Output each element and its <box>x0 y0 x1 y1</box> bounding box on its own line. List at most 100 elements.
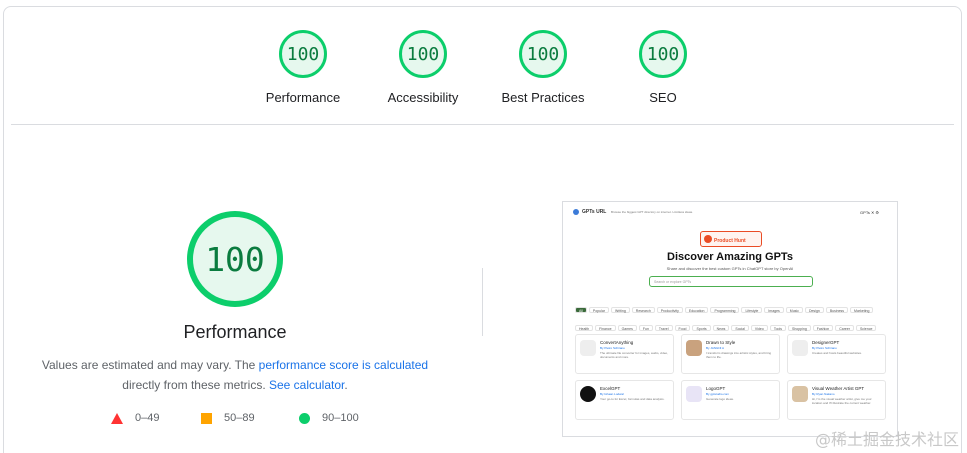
thumb-brand: GPTs URL <box>582 209 607 215</box>
gauge-label: Best Practices <box>501 90 585 105</box>
desc-prefix: Values are estimated and may vary. The <box>41 358 259 372</box>
thumb-nav: GPTs URL Browse the biggest GPT director… <box>573 208 889 218</box>
category-gauges: 100 Performance 100 Accessibility 100 Be… <box>0 24 967 124</box>
gauge-best-practices[interactable]: 100 Best Practices <box>483 24 603 105</box>
thumb-tag: Travel <box>654 325 673 331</box>
performance-description: Values are estimated and may vary. The p… <box>30 355 440 395</box>
thumb-tag: Popular <box>588 307 609 313</box>
thumb-tag: Video <box>750 325 768 331</box>
card-author: By Ishaan Lodwal <box>600 392 624 396</box>
card-desc: Creates and hosts beautiful websites. <box>812 351 862 355</box>
square-icon <box>201 412 212 424</box>
thumb-tag: Productivity <box>656 307 683 313</box>
thumb-tag: Sports <box>692 325 711 331</box>
score-value: 100 <box>286 43 320 65</box>
section-divider <box>11 124 954 125</box>
thumb-tag: All <box>575 307 587 313</box>
thumb-tag: Design <box>804 307 824 313</box>
product-hunt-label: Product Hunt <box>714 238 746 244</box>
thumb-tag: Research <box>631 307 655 313</box>
card-desc: Hi, I'm the visual weather artist, give … <box>812 397 872 405</box>
desc-suffix: . <box>344 378 348 392</box>
score-legend: 0–49 50–89 90–100 <box>0 412 480 430</box>
gauge-label: Accessibility <box>387 90 459 105</box>
product-hunt-badge: Product Hunt <box>700 231 762 247</box>
score-ring: 100 <box>639 30 687 78</box>
card-avatar <box>792 386 808 402</box>
thumb-tag: Programming <box>710 307 740 313</box>
legend-range: 0–49 <box>135 412 160 424</box>
thumb-card: DesignerGPT By Pietro Schirano Creates a… <box>787 334 886 374</box>
performance-score-ring: 100 <box>187 211 283 307</box>
score-value: 100 <box>406 43 440 65</box>
gauge-accessibility[interactable]: 100 Accessibility <box>363 24 483 105</box>
score-ring: 100 <box>399 30 447 78</box>
score-value: 100 <box>526 43 560 65</box>
watermark: @稀土掘金技术社区 <box>814 430 959 449</box>
card-title: ConvertAnything <box>600 340 634 345</box>
see-calculator-link[interactable]: See calculator <box>269 378 344 392</box>
thumb-heading: Discover Amazing GPTs <box>667 251 793 263</box>
score-calculated-link[interactable]: performance score is calculated <box>259 358 428 372</box>
thumb-card: Drawn to Style By JANGNI A I transform d… <box>681 334 780 374</box>
legend-fail: 0–49 <box>111 412 159 424</box>
card-title: DesignerGPT <box>812 340 840 345</box>
card-title: ExcelGPT <box>600 386 621 391</box>
gauge-label: SEO <box>649 90 677 105</box>
thumb-tag: Marketing <box>850 307 874 313</box>
thumb-tag: Fashion <box>812 325 834 331</box>
thumb-tag: Finance <box>595 325 616 331</box>
vertical-divider <box>482 268 483 336</box>
card-avatar <box>686 386 702 402</box>
performance-title: Performance <box>183 322 287 342</box>
thumb-tag: Business <box>825 307 849 313</box>
card-author: By Pietro Schirano <box>812 346 837 350</box>
circle-icon <box>299 412 310 424</box>
card-avatar <box>580 386 596 402</box>
card-author: By JANGNI A <box>706 346 725 350</box>
thumb-tag: Shopping <box>787 325 811 331</box>
card-desc: Generate logo ideas. <box>706 397 734 401</box>
card-title: Drawn to Style <box>706 340 736 345</box>
final-screenshot-thumbnail[interactable]: GPTs URL Browse the biggest GPT director… <box>562 201 898 437</box>
thumb-tag: Career <box>835 325 854 331</box>
thumb-tag: Images <box>764 307 784 313</box>
triangle-icon <box>111 412 123 424</box>
card-title: Visual Weather Artist GPT <box>812 386 865 391</box>
card-desc: Your go-to for Excel, formulas and data … <box>600 397 665 401</box>
card-desc: The ultimate file converter for images, … <box>600 351 669 359</box>
score-ring: 100 <box>519 30 567 78</box>
legend-range: 90–100 <box>322 412 359 424</box>
thumb-tag: Music <box>785 307 803 313</box>
card-avatar <box>792 340 808 356</box>
legend-average: 50–89 <box>201 412 255 424</box>
thumb-tag: Science <box>855 325 877 331</box>
thumb-card: Visual Weather Artist GPT By Ryan Nakano… <box>787 380 886 420</box>
thumb-tag: Education <box>684 307 709 313</box>
thumb-subheading: Share and discover the best custom GPTs … <box>666 266 794 271</box>
score-value: 100 <box>646 43 680 65</box>
thumb-card: ConvertAnything By Pietro Schirano The u… <box>575 334 674 374</box>
thumb-tag: News <box>712 325 730 331</box>
thumb-tag: Tools <box>769 325 786 331</box>
thumb-nav-right: GPTs ✕ ⚙ <box>860 210 879 215</box>
product-hunt-icon <box>704 235 712 243</box>
thumb-tag: Social <box>731 325 749 331</box>
thumb-search-placeholder: Search or explore GPTs <box>654 280 692 284</box>
thumb-card: ExcelGPT By Ishaan Lodwal Your go-to for… <box>575 380 674 420</box>
thumb-card: LogoGPT By gptstudio.com Generate logo i… <box>681 380 780 420</box>
card-author: By gptstudio.com <box>706 392 730 396</box>
legend-range: 50–89 <box>224 412 255 424</box>
thumb-tagline: Browse the biggest GPT directory on inte… <box>611 210 693 214</box>
card-author: By Ryan Nakano <box>812 392 835 396</box>
gauge-seo[interactable]: 100 SEO <box>603 24 723 105</box>
gauge-label: Performance <box>265 90 341 105</box>
card-avatar <box>580 340 596 356</box>
desc-middle: directly from these metrics. <box>122 378 269 392</box>
card-title: LogoGPT <box>706 386 726 391</box>
gauge-performance[interactable]: 100 Performance <box>243 24 363 105</box>
performance-score: 100 <box>205 239 265 279</box>
thumb-tag: Fun <box>638 325 653 331</box>
thumb-search-input: Search or explore GPTs <box>649 276 813 287</box>
thumb-tag: Health <box>575 325 594 331</box>
